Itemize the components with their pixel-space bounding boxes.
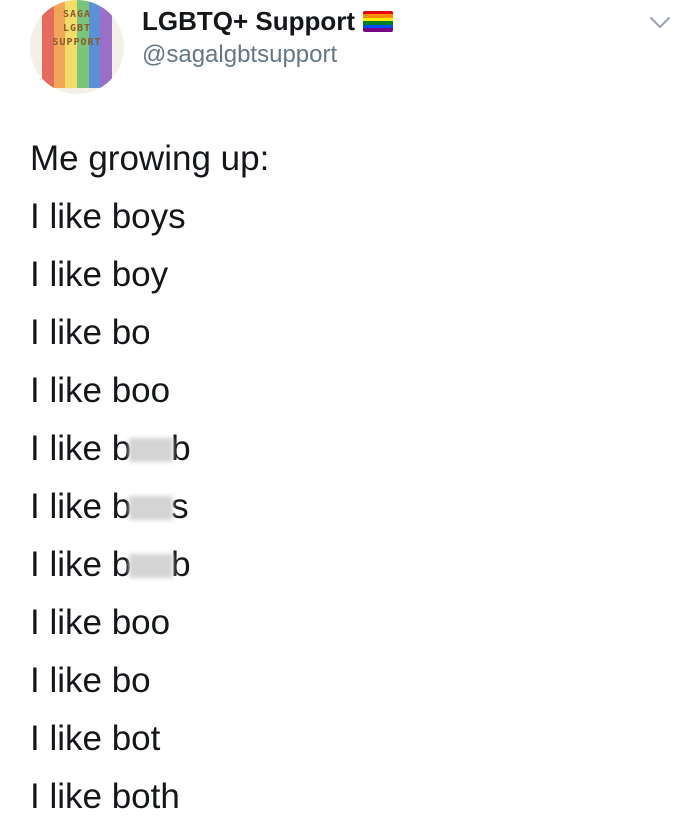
avatar-line: SAGA [62, 9, 92, 20]
tweet-line: I like b b [30, 536, 670, 594]
tweet-line: I like bo [30, 304, 670, 362]
avatar-line: SUPPORT [52, 37, 102, 48]
display-name[interactable]: LGBTQ+ Support [142, 4, 355, 38]
avatar-line: LGBT [62, 23, 92, 34]
tweet-line-text: I like bot [30, 719, 161, 758]
flag-stripe [363, 28, 394, 32]
tweet-line-text: I like boys [30, 197, 186, 236]
tweet-line-text: I like b [30, 545, 132, 584]
tweet-line: I like boo [30, 362, 670, 420]
tweet-line-text: I like bo [30, 661, 151, 700]
account-handle[interactable]: @sagalgbtsupport [142, 40, 337, 70]
tweet-line: I like boo [30, 594, 670, 652]
tweet-line: I like b s [30, 478, 670, 536]
rainbow-flag-icon [363, 10, 394, 32]
tweet-text: Me growing up: I like boys I like boy I lik… [30, 130, 670, 826]
censor-blur [129, 438, 174, 462]
avatar[interactable]: SAGA LGBT SUPPORT [30, 0, 124, 94]
tweet-line: I like boys [30, 188, 670, 246]
tweet-line-suffix: b [171, 429, 191, 468]
tweet-line: I like b b [30, 420, 670, 478]
tweet-line: I like bot [30, 710, 670, 768]
tweet-line-text: I like boo [30, 371, 171, 410]
tweet-line-text: I like b [30, 487, 132, 526]
tweet-line: I like boy [30, 246, 670, 304]
tweet-line-text: I like bo [30, 313, 151, 352]
tweet-line-suffix: b [171, 545, 191, 584]
tweet-line-text: Me growing up: [30, 139, 270, 178]
tweet-header: SAGA LGBT SUPPORT LGBTQ+ Support @sagalg… [0, 0, 700, 94]
name-row: LGBTQ+ Support [142, 4, 394, 38]
avatar-logo-text: SAGA LGBT SUPPORT [30, 8, 124, 50]
tweet-card: SAGA LGBT SUPPORT LGBTQ+ Support @sagalg… [0, 0, 700, 827]
tweet-line-text: I like boo [30, 603, 171, 642]
tweet-line: I like bo [30, 652, 670, 710]
tweet-line-text: I like both [30, 777, 180, 816]
tweet-line-text: I like boy [30, 255, 169, 294]
censor-blur [129, 496, 174, 520]
tweet-line: I like both [30, 768, 670, 826]
tweet-line-suffix: s [171, 487, 189, 526]
chevron-down-icon[interactable] [648, 12, 672, 32]
tweet-intro-line: Me growing up: [30, 130, 670, 188]
censor-blur [129, 554, 174, 578]
tweet-line-text: I like b [30, 429, 132, 468]
